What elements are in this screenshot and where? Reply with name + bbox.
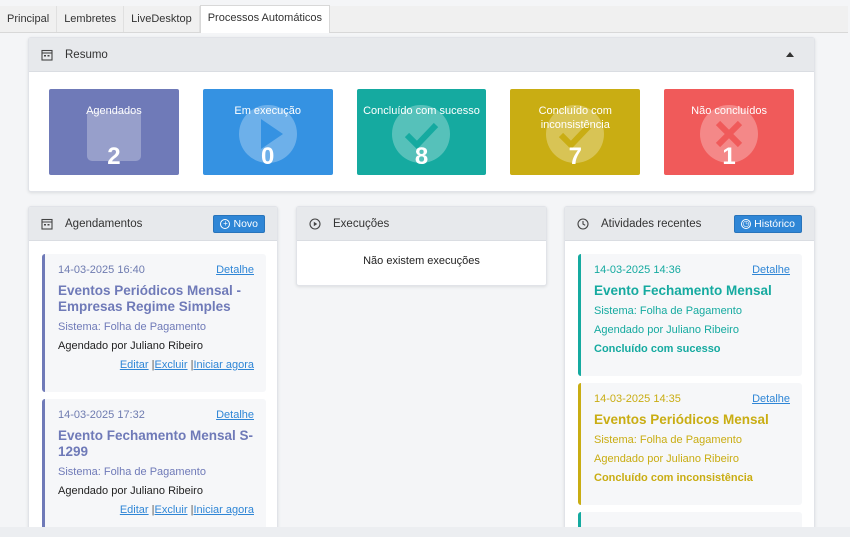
summary-tiles: Agendados 2 Em execução 0 Concluído com … (29, 72, 814, 175)
clock-icon: ◷ (741, 218, 752, 229)
resumo-title: Resumo (65, 48, 108, 61)
atividades-header: Atividades recentes ◷ Histórico (565, 207, 814, 241)
iniciar-agora-link[interactable]: Iniciar agora (193, 359, 254, 371)
editar-link[interactable]: Editar (120, 359, 149, 371)
tile-agendados[interactable]: Agendados 2 (49, 89, 179, 175)
status-badge: Concluído com sucesso (594, 343, 721, 355)
list-item: 14-03-2025 14:36 Detalhe Evento Fechamen… (578, 254, 802, 376)
historico-button[interactable]: ◷ Histórico (734, 214, 802, 233)
item-sistema: Sistema: Folha de Pagamento (594, 305, 742, 317)
tile-label: Concluído com inconsistência (538, 105, 612, 131)
clock-icon (577, 217, 589, 230)
tile-em-execucao[interactable]: Em execução 0 (202, 89, 333, 175)
tile-label: Em execução (234, 105, 302, 117)
item-sistema: Sistema: Folha de Pagamento (594, 434, 742, 446)
tile-concluido-sucesso[interactable]: Concluído com sucesso 8 (356, 89, 487, 175)
item-datetime: 14-03-2025 16:40 (58, 264, 145, 276)
item-actions: Editar |Excluir |Iniciar agora (119, 504, 254, 516)
atividades-title: Atividades recentes (601, 217, 702, 230)
resumo-header[interactable]: Resumo (29, 38, 814, 72)
execucoes-panel: Execuções Não existem execuções (296, 206, 547, 286)
detalhe-link[interactable]: Detalhe (752, 264, 790, 276)
execucoes-empty-text: Não existem execuções (363, 255, 480, 267)
calendar-icon (41, 218, 53, 230)
list-item: 14-03-2025 17:32 Detalhe Evento Fechamen… (42, 399, 266, 536)
agendamentos-header: Agendamentos + Novo (29, 207, 277, 241)
play-circle-icon (309, 217, 321, 230)
tile-concluido-inconsistencia[interactable]: Concluído com inconsistência 7 (510, 89, 641, 175)
execucoes-title: Execuções (333, 217, 390, 230)
list-item: 14-03-2025 14:35 Detalhe Eventos Periódi… (578, 383, 802, 505)
tile-count: 1 (722, 143, 736, 170)
tile-label: Concluído com sucesso (363, 105, 480, 117)
tile-count: 0 (261, 143, 275, 170)
tab-principal[interactable]: Principal (0, 6, 58, 32)
item-datetime: 14-03-2025 17:32 (58, 409, 145, 421)
collapse-caret-icon[interactable] (786, 52, 794, 57)
item-datetime: 14-03-2025 14:35 (594, 393, 681, 405)
calendar-icon (41, 49, 53, 61)
tile-count: 7 (568, 143, 582, 170)
agendamentos-panel: Agendamentos + Novo 14-03-2025 16:40 Det… (28, 206, 278, 537)
detalhe-link[interactable]: Detalhe (216, 409, 254, 421)
tab-bar: Principal Lembretes LiveDesktop Processo… (0, 5, 848, 33)
tile-count: 2 (107, 143, 121, 170)
item-sistema: Sistema: Folha de Pagamento (58, 321, 206, 333)
tile-label: Agendados (86, 105, 142, 117)
item-title: Eventos Periódicos Mensal (594, 412, 769, 427)
excluir-link[interactable]: Excluir (155, 359, 188, 371)
agendamentos-title: Agendamentos (65, 217, 143, 230)
novo-button[interactable]: + Novo (213, 214, 265, 233)
tile-label: Não concluídos (691, 105, 767, 117)
excluir-link[interactable]: Excluir (155, 504, 188, 516)
iniciar-agora-link[interactable]: Iniciar agora (193, 504, 254, 516)
editar-link[interactable]: Editar (120, 504, 149, 516)
item-agendado: Agendado por Juliano Ribeiro (58, 340, 203, 352)
novo-label: Novo (233, 217, 258, 230)
item-agendado: Agendado por Juliano Ribeiro (594, 453, 739, 465)
list-item: 14-03-2025 16:40 Detalhe Eventos Periódi… (42, 254, 266, 392)
atividades-panel: Atividades recentes ◷ Histórico 14-03-20… (564, 206, 815, 537)
item-title: Evento Fechamento Mensal (594, 283, 772, 298)
plus-circle-icon: + (220, 218, 231, 229)
tile-count: 8 (414, 143, 429, 170)
item-sistema: Sistema: Folha de Pagamento (58, 466, 206, 478)
tab-processos-automaticos[interactable]: Processos Automáticos (199, 5, 331, 33)
item-agendado: Agendado por Juliano Ribeiro (594, 324, 739, 336)
execucoes-header: Execuções (297, 207, 546, 241)
historico-label: Histórico (754, 217, 795, 230)
item-actions: Editar |Excluir |Iniciar agora (119, 359, 254, 371)
tab-lembretes[interactable]: Lembretes (57, 6, 125, 32)
item-datetime: 14-03-2025 14:36 (594, 264, 681, 276)
detalhe-link[interactable]: Detalhe (752, 393, 790, 405)
item-title: Evento Fechamento Mensal S-1299 (58, 428, 254, 459)
resumo-panel: Resumo Agendados 2 Em execução 0 Concluí… (28, 37, 815, 192)
item-title: Eventos Periódicos Mensal - Empresas Reg… (58, 283, 242, 314)
status-badge: Concluído com inconsistência (594, 472, 753, 484)
detalhe-link[interactable]: Detalhe (216, 264, 254, 276)
tab-livedesktop[interactable]: LiveDesktop (124, 6, 200, 32)
bottom-strip (0, 527, 850, 537)
item-agendado: Agendado por Juliano Ribeiro (58, 485, 203, 497)
tile-nao-concluidos[interactable]: Não concluídos 1 (664, 89, 794, 175)
